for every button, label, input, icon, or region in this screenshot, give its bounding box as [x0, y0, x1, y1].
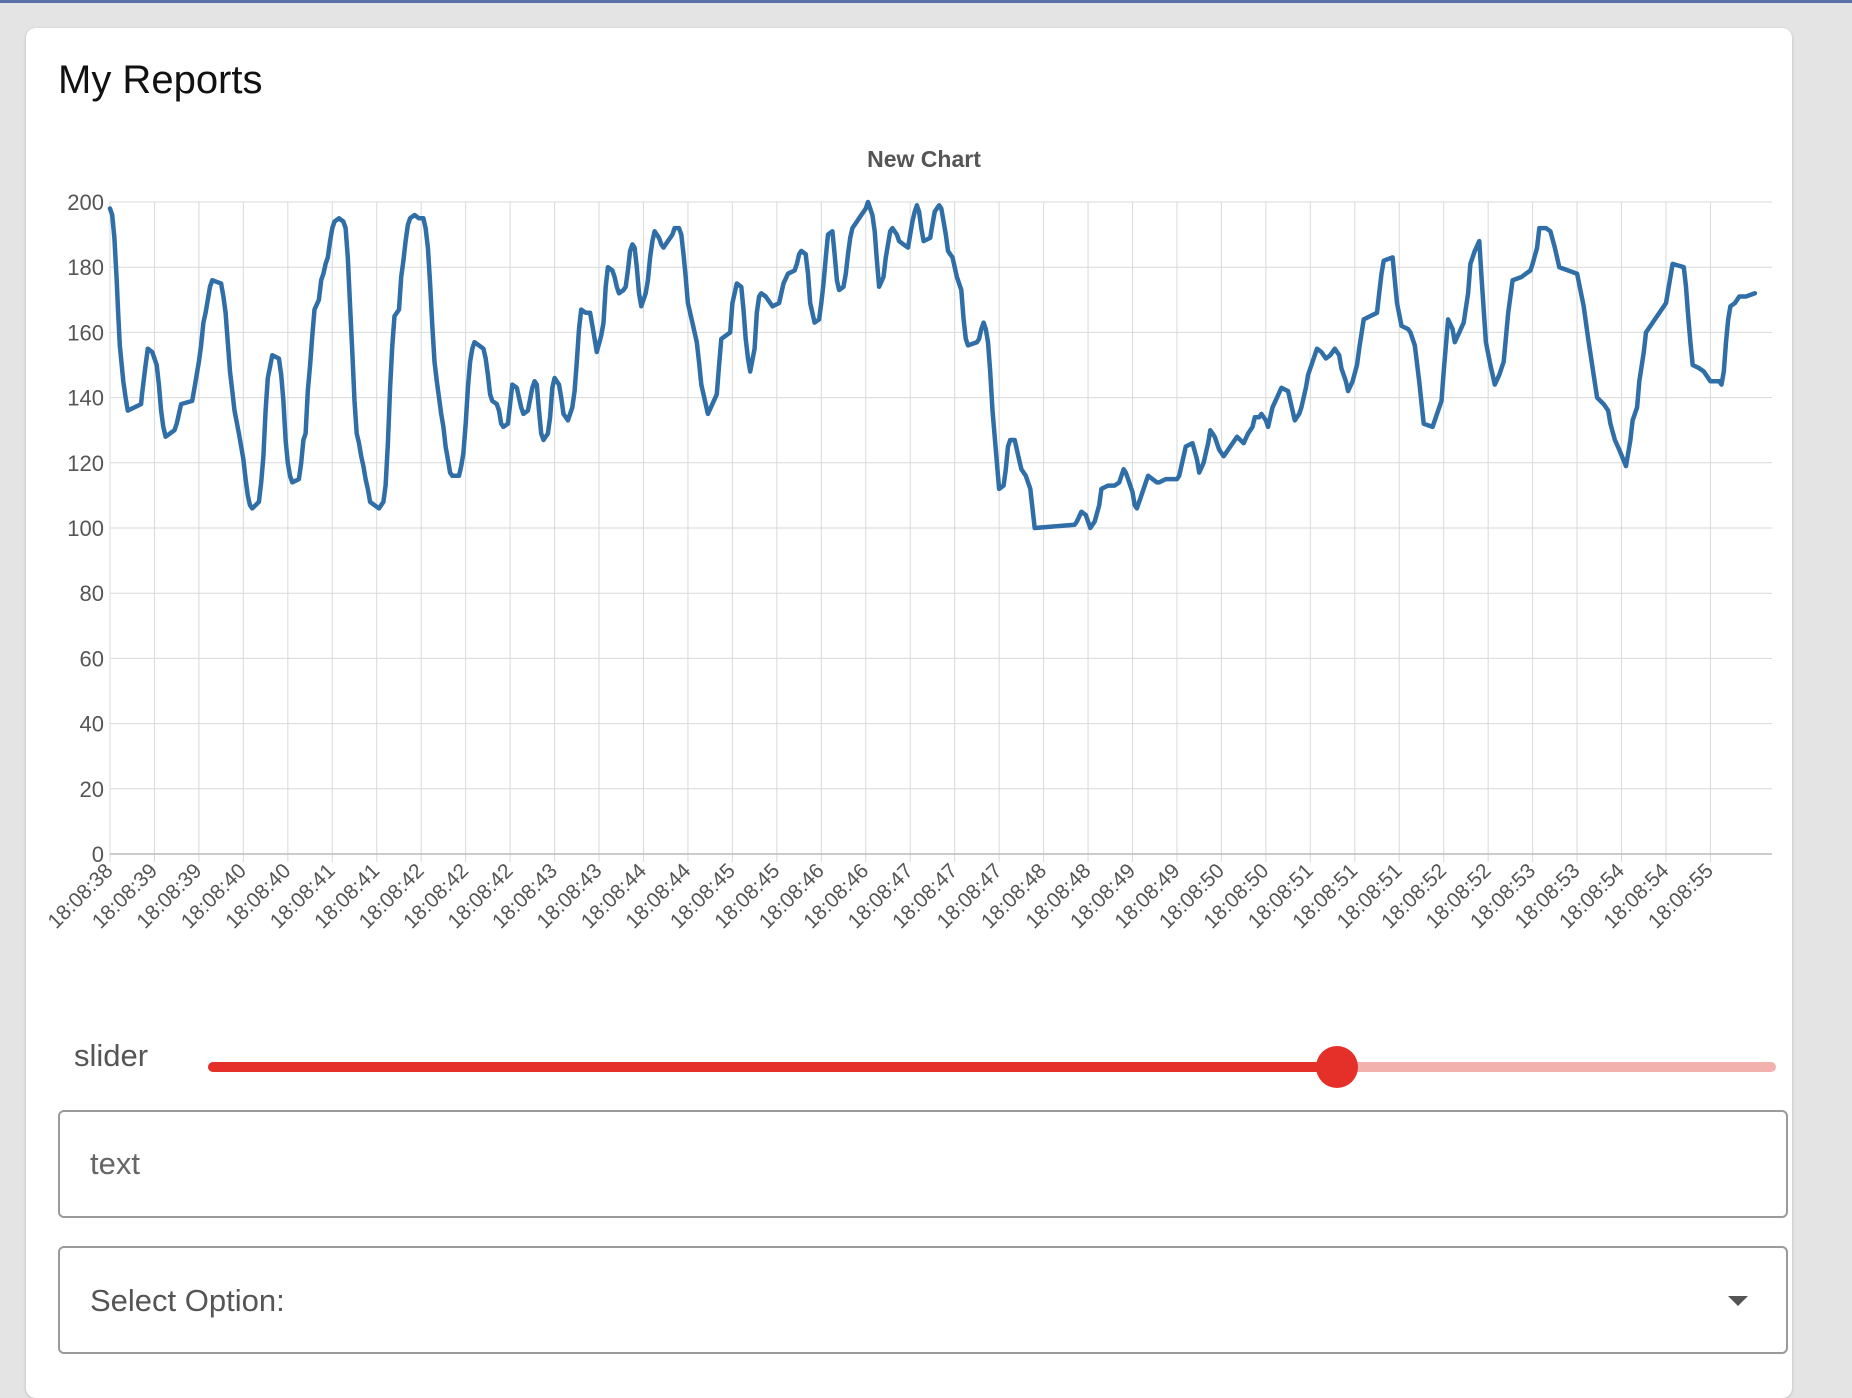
y-tick-label: 80 — [80, 581, 104, 606]
y-tick-label: 120 — [67, 451, 104, 476]
select-dropdown[interactable]: Select Option: — [58, 1246, 1788, 1354]
slider-thumb[interactable] — [1315, 1046, 1358, 1088]
slider-track[interactable] — [208, 1046, 1776, 1088]
y-tick-label: 20 — [80, 777, 104, 802]
series-line — [107, 199, 1758, 531]
select-placeholder: Select Option: — [90, 1283, 285, 1318]
text-input[interactable] — [58, 1110, 1788, 1218]
slider-label: slider — [74, 1038, 149, 1073]
caret-down-icon — [1728, 1296, 1748, 1306]
line-chart: 02040608010012014016018020018:08:3818:08… — [43, 146, 1772, 933]
y-tick-label: 180 — [67, 255, 104, 280]
y-tick-label: 100 — [67, 516, 104, 541]
y-tick-label: 40 — [80, 712, 104, 737]
y-tick-label: 160 — [67, 320, 104, 345]
top-border — [0, 0, 1852, 3]
y-tick-label: 60 — [80, 646, 104, 671]
chart-title: New Chart — [867, 146, 981, 172]
slider-fill — [208, 1062, 1337, 1072]
report-card: My Reports 0 20 40 60 80 100 120 140 160 180 200 18… — [26, 28, 1792, 1398]
y-tick-label: 140 — [67, 386, 104, 411]
y-tick-label: 200 — [67, 190, 104, 215]
